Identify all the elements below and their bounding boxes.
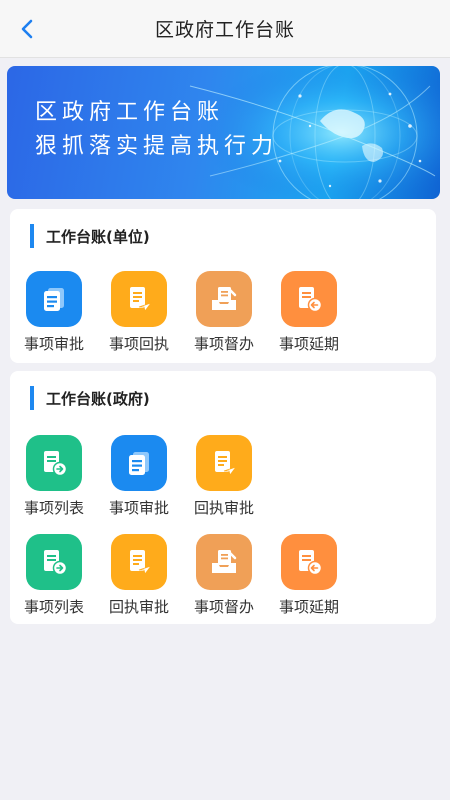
unit-item-approval-label: 事项审批 bbox=[23, 335, 84, 353]
gov-item-list-2-label: 事项列表 bbox=[23, 598, 84, 616]
gov-item-supervise-label: 事项督办 bbox=[193, 598, 254, 616]
top-nav-bar: 区政府工作台账 bbox=[0, 0, 450, 58]
doc-send-icon bbox=[111, 534, 167, 590]
gov-item-list-2[interactable]: 事项列表 bbox=[19, 534, 89, 617]
doc-send-icon bbox=[111, 271, 167, 327]
doc-send-icon bbox=[196, 435, 252, 491]
unit-item-extend[interactable]: 事项延期 bbox=[274, 271, 344, 354]
gov-item-extend-label: 事项延期 bbox=[278, 598, 339, 616]
banner-text: 区政府工作台账 狠抓落实提高执行力 bbox=[35, 96, 278, 164]
gov-item-supervise[interactable]: 事项督办 bbox=[189, 534, 259, 617]
banner-title: 区政府工作台账 bbox=[35, 100, 225, 125]
chevron-left-icon bbox=[21, 19, 33, 39]
unit-item-approval[interactable]: 事项审批 bbox=[19, 271, 89, 354]
doc-arrow-icon bbox=[26, 534, 82, 590]
gov-item-approval-label: 事项审批 bbox=[108, 499, 169, 517]
inbox-doc-icon bbox=[196, 271, 252, 327]
inbox-doc-icon bbox=[196, 534, 252, 590]
gov-item-receipt-approval[interactable]: 回执审批 bbox=[189, 435, 259, 518]
section-title-unit: 工作台账(单位) bbox=[46, 227, 150, 246]
banner-image[interactable]: 区政府工作台账 狠抓落实提高执行力 bbox=[7, 66, 440, 199]
unit-item-receipt-label: 事项回执 bbox=[108, 335, 169, 353]
back-button[interactable] bbox=[12, 14, 42, 44]
unit-item-receipt[interactable]: 事项回执 bbox=[104, 271, 174, 354]
section-header-gov: 工作台账(政府) bbox=[30, 386, 150, 410]
gov-item-list-label: 事项列表 bbox=[23, 499, 84, 517]
unit-item-supervise[interactable]: 事项督办 bbox=[189, 271, 259, 354]
section-accent-bar bbox=[30, 386, 34, 410]
gov-item-receipt-approval-label: 回执审批 bbox=[193, 499, 254, 517]
doc-arrow-icon bbox=[26, 435, 82, 491]
gov-ledger-card: 工作台账(政府) 事项列表 事项审批 回执审批 事项列表 回执审批 事项督办 事… bbox=[10, 371, 436, 624]
section-accent-bar bbox=[30, 224, 34, 248]
gov-item-approval[interactable]: 事项审批 bbox=[104, 435, 174, 518]
page-title: 区政府工作台账 bbox=[154, 19, 295, 41]
gov-item-list[interactable]: 事项列表 bbox=[19, 435, 89, 518]
unit-ledger-card: 工作台账(单位) 事项审批 事项回执 事项督办 事项延期 bbox=[10, 209, 436, 363]
gov-item-receipt-approval-2-label: 回执审批 bbox=[108, 598, 169, 616]
unit-item-extend-label: 事项延期 bbox=[278, 335, 339, 353]
gov-item-receipt-approval-2[interactable]: 回执审批 bbox=[104, 534, 174, 617]
doc-back-icon bbox=[281, 271, 337, 327]
unit-item-supervise-label: 事项督办 bbox=[193, 335, 254, 353]
doc-stack-icon bbox=[111, 435, 167, 491]
banner-slogan: 狠抓落实提高执行力 bbox=[35, 134, 279, 159]
section-title-gov: 工作台账(政府) bbox=[46, 389, 150, 408]
doc-back-icon bbox=[281, 534, 337, 590]
gov-item-extend[interactable]: 事项延期 bbox=[274, 534, 344, 617]
doc-stack-icon bbox=[26, 271, 82, 327]
section-header-unit: 工作台账(单位) bbox=[30, 224, 150, 248]
